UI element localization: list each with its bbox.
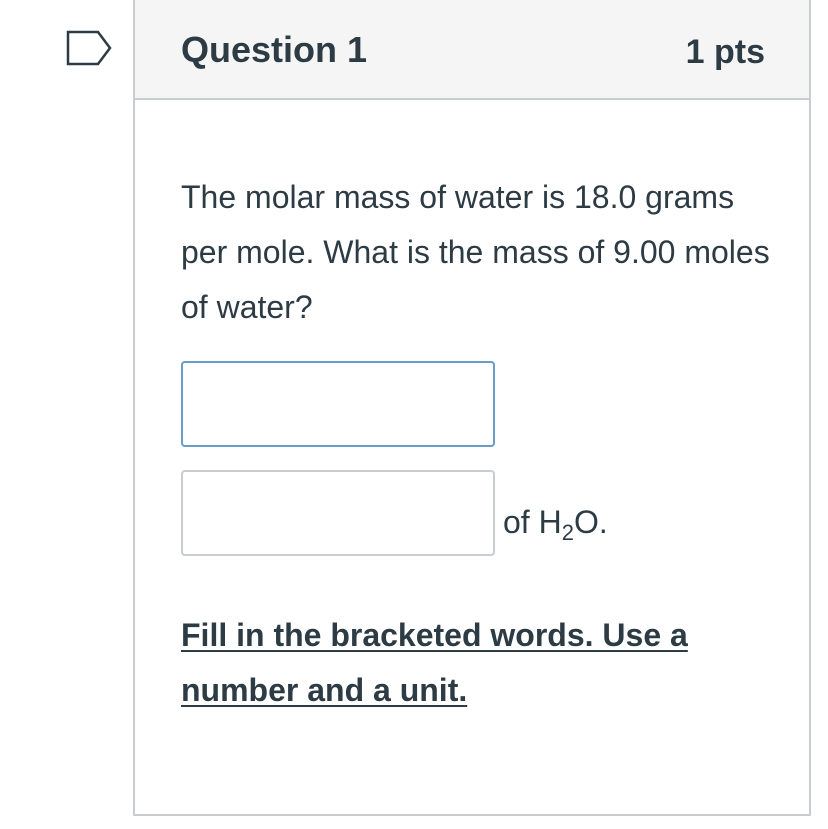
question-card: Question 1 1 pts The molar mass of water… xyxy=(133,0,811,816)
question-header: Question 1 1 pts xyxy=(135,0,809,100)
question-text: The molar mass of water is 18.0 grams pe… xyxy=(181,179,770,325)
suffix-subscript: 2 xyxy=(561,520,574,545)
suffix-end: O. xyxy=(573,504,608,540)
question-points: 1 pts xyxy=(685,33,765,71)
question-instructions: Fill in the bracketed words. Use a numbe… xyxy=(181,617,688,708)
flag-question-icon[interactable] xyxy=(66,30,112,66)
answer-suffix: of H2O. xyxy=(503,500,608,544)
answer-input-1[interactable] xyxy=(181,361,495,447)
question-title: Question 1 xyxy=(181,29,368,70)
answer-input-2[interactable] xyxy=(181,470,495,556)
suffix-prefix: of H xyxy=(503,504,562,540)
